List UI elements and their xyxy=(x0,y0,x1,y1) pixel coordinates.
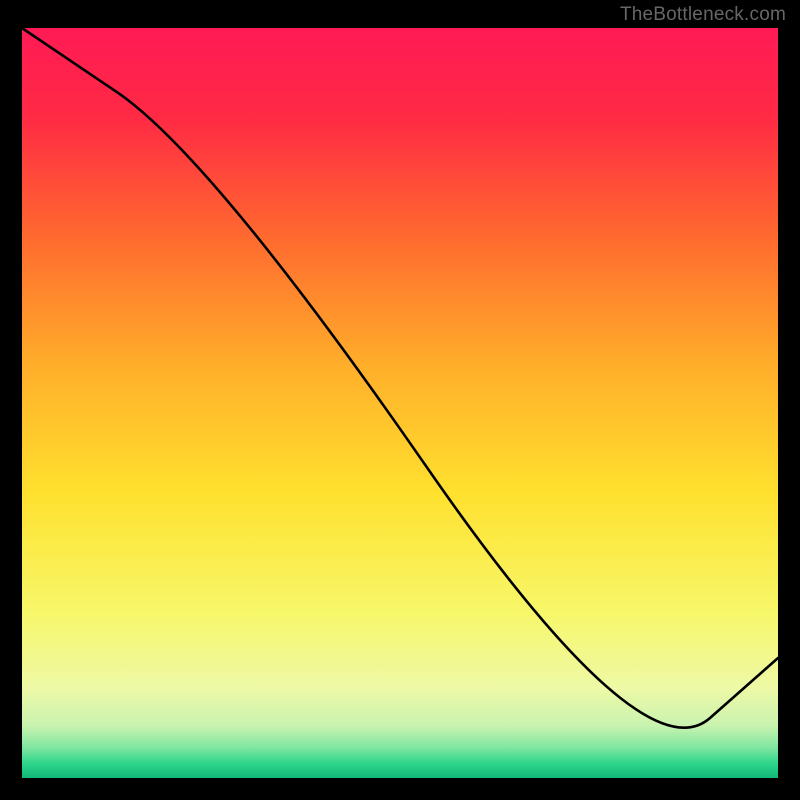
gradient-background xyxy=(22,28,778,778)
watermark-text: TheBottleneck.com xyxy=(620,4,786,26)
plot-svg xyxy=(22,28,778,778)
chart-stage: TheBottleneck.com xyxy=(0,0,800,800)
plot-area xyxy=(22,28,778,778)
